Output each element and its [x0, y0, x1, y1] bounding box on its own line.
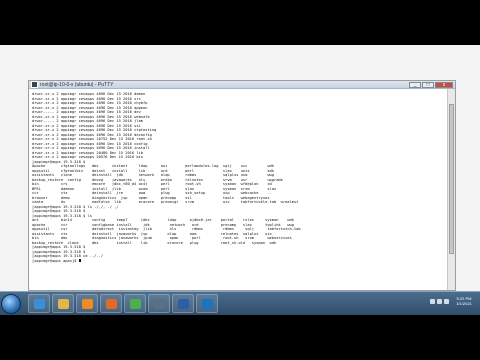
taskbar: 5:22 PM 1/1/2021 — [0, 291, 480, 315]
minimize-button[interactable]: _ — [409, 81, 421, 88]
flag-icon[interactable] — [444, 298, 449, 304]
terminal-line: [appimgr@apps apps]$ — [32, 258, 81, 263]
clock[interactable]: 5:22 PM 1/1/2021 — [451, 296, 477, 306]
desktop-screen: root@ip-10-0-x (ubuntu) - PuTTY _ □ x dr… — [0, 45, 480, 315]
window-titlebar[interactable]: root@ip-10-0-x (ubuntu) - PuTTY _ □ x — [29, 81, 455, 89]
clock-date: 1/1/2021 — [456, 301, 472, 306]
word-icon — [178, 299, 189, 309]
window-title: root@ip-10-0-x (ubuntu) - PuTTY — [40, 81, 114, 88]
outlook-taskbar-button[interactable] — [196, 294, 218, 313]
explorer-taskbar-button[interactable] — [52, 294, 74, 313]
ie-icon — [34, 299, 45, 309]
terminal-cursor — [78, 259, 81, 262]
ie-taskbar-button[interactable] — [28, 294, 50, 313]
word-taskbar-button[interactable] — [172, 294, 194, 313]
system-tray: 5:22 PM 1/1/2021 — [430, 296, 477, 306]
putty-icon — [31, 81, 38, 88]
chrome-icon — [130, 299, 141, 309]
media-player-icon — [82, 299, 93, 309]
putty-icon — [154, 299, 165, 309]
putty-taskbar-button[interactable] — [148, 294, 170, 313]
outlook-icon — [202, 299, 213, 309]
close-button[interactable]: x — [435, 81, 453, 88]
network-icon[interactable] — [430, 298, 435, 304]
volume-icon[interactable] — [437, 298, 442, 304]
explorer-icon — [58, 299, 69, 309]
terminal-scrollbar[interactable] — [447, 89, 455, 290]
media-player-taskbar-button[interactable] — [76, 294, 98, 313]
terminal-window[interactable]: root@ip-10-0-x (ubuntu) - PuTTY _ □ x dr… — [28, 80, 456, 291]
firefox-icon — [106, 299, 117, 309]
window-controls: _ □ x — [408, 81, 453, 88]
maximize-button[interactable]: □ — [422, 81, 434, 88]
firefox-taskbar-button[interactable] — [100, 294, 122, 313]
terminal-output[interactable]: drwxr-xr-x 2 appimgr cesapps 4096 Dec 15… — [32, 92, 445, 288]
scrollbar-thumb[interactable] — [449, 104, 454, 254]
chrome-taskbar-button[interactable] — [124, 294, 146, 313]
start-button[interactable] — [1, 294, 21, 314]
